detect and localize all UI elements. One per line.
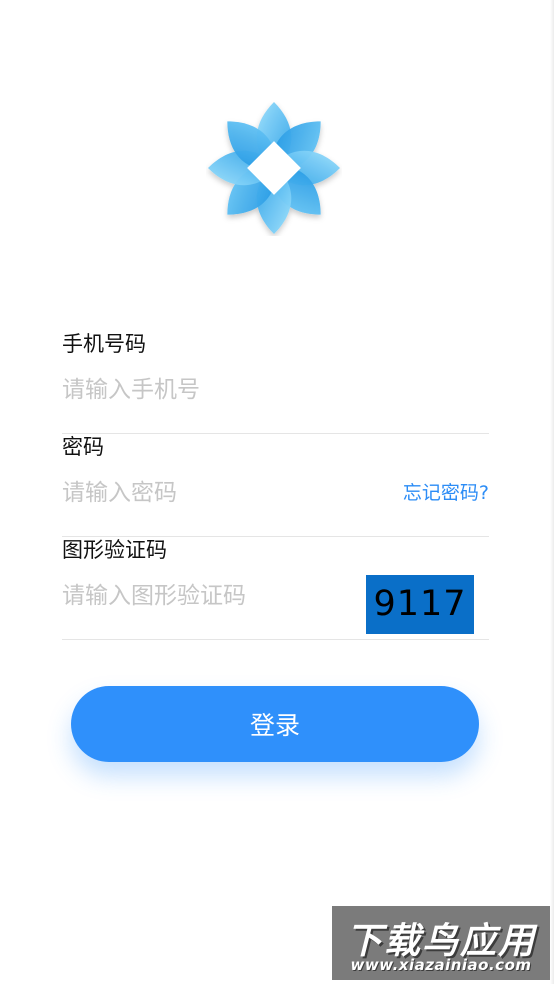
password-input[interactable] [62, 473, 382, 513]
watermark-url: www.xiazainiao.com [350, 956, 532, 974]
login-button[interactable]: 登录 [71, 686, 479, 762]
forgot-password-link[interactable]: 忘记密码? [403, 479, 489, 507]
app-logo [206, 100, 342, 236]
captcha-input[interactable] [62, 576, 352, 616]
phone-field: 手机号码 [62, 330, 489, 434]
login-screen: 手机号码 密码 忘记密码? 图形验证码 9117 登录 下载鸟应用 www.xi… [0, 0, 554, 984]
watermark-logo: 下载鸟应用 www.xiazainiao.com [332, 906, 550, 980]
flower-diamond-logo-icon [208, 102, 340, 234]
phone-input[interactable] [62, 370, 489, 410]
captcha-label: 图形验证码 [62, 538, 167, 562]
phone-label: 手机号码 [62, 332, 146, 356]
password-field: 密码 忘记密码? [62, 433, 489, 537]
captcha-image[interactable]: 9117 [366, 575, 474, 634]
password-label: 密码 [62, 435, 104, 459]
captcha-field: 图形验证码 9117 [62, 536, 489, 640]
right-edge-shadow [550, 0, 554, 984]
